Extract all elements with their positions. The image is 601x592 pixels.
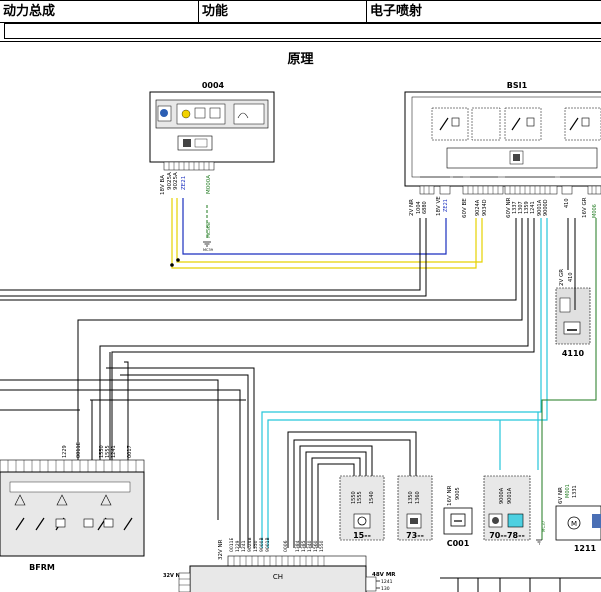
- svg-text:16V NR: 16V NR: [447, 485, 453, 506]
- svg-text:9000B: 9000B: [259, 537, 265, 552]
- svg-text:1350: 1350: [408, 491, 414, 504]
- svg-text:9025A: 9025A: [173, 172, 179, 190]
- svg-text:M000A: M000A: [206, 175, 212, 194]
- svg-text:M: M: [571, 520, 577, 528]
- label-1211: 1211: [574, 544, 597, 553]
- component-ch: 32V NR CH 32V NR 48V MR 1241 130 0011E 1…: [163, 537, 396, 592]
- svg-text:1241: 1241: [530, 201, 536, 214]
- svg-text:MC37: MC37: [541, 520, 546, 532]
- svg-text:ZE21: ZE21: [181, 176, 187, 190]
- component-bsi1: BSI1 2V NR 1004 6880 18V VE ZE21 60V BE …: [404, 81, 601, 218]
- svg-text:0011E: 0011E: [229, 538, 235, 552]
- svg-text:1331: 1331: [572, 485, 578, 498]
- svg-text:18V BA: 18V BA: [160, 175, 166, 195]
- label-15: 15--: [353, 531, 371, 540]
- label-73: 73--: [406, 531, 424, 540]
- svg-text:9001B: 9001B: [265, 537, 271, 552]
- component-70-78: 9000A 9001A 70--78--: [483, 475, 531, 541]
- svg-text:M001: M001: [565, 484, 571, 498]
- svg-text:1360: 1360: [415, 491, 421, 504]
- svg-text:M006: M006: [592, 204, 598, 218]
- svg-text:MC36B: MC36B: [206, 222, 212, 238]
- svg-text:9024A: 9024A: [475, 199, 481, 216]
- svg-text:9001A: 9001A: [507, 487, 513, 504]
- label-bfrm: BFRM: [29, 563, 55, 572]
- svg-text:1229: 1229: [62, 445, 68, 458]
- component-15: 1550 1555 1540 15--: [339, 475, 385, 541]
- label-ch: CH: [273, 573, 283, 581]
- svg-text:1241: 1241: [111, 445, 117, 458]
- component-73: 1350 1360 73--: [397, 475, 433, 541]
- label-0004: 0004: [202, 81, 225, 90]
- svg-text:1385: 1385: [301, 540, 307, 552]
- svg-text:6880: 6880: [422, 201, 428, 214]
- svg-text:ZE21: ZE21: [443, 199, 449, 212]
- svg-text:6V NR: 6V NR: [558, 487, 564, 504]
- svg-text:1229: 1229: [235, 540, 241, 552]
- svg-text:2V GR: 2V GR: [559, 269, 565, 286]
- svg-text:2V NR: 2V NR: [409, 199, 415, 216]
- component-0004: 0004 18V BA 9025A 9025A ZE21 M000A MC36B…: [149, 81, 275, 252]
- svg-text:9034D: 9034D: [482, 199, 488, 216]
- svg-text:1241: 1241: [241, 540, 247, 552]
- svg-text:0011E: 0011E: [76, 442, 82, 458]
- svg-text:1540: 1540: [369, 491, 375, 504]
- svg-text:1241: 1241: [381, 579, 393, 585]
- component-bfrm: BFRM 1229 0011E 1550 1555 1241 0017: [0, 442, 145, 572]
- svg-text:410: 410: [564, 198, 570, 208]
- svg-text:1550: 1550: [319, 540, 325, 552]
- svg-text:410: 410: [568, 272, 574, 282]
- label-bsi1: BSI1: [507, 81, 528, 90]
- label-70-78: 70--78--: [489, 531, 525, 540]
- svg-text:0017: 0017: [127, 445, 133, 458]
- svg-text:18V VE: 18V VE: [436, 196, 442, 216]
- svg-text:130: 130: [381, 586, 390, 592]
- svg-text:1555: 1555: [357, 491, 363, 504]
- svg-text:16V GR: 16V GR: [582, 197, 588, 218]
- svg-text:1340: 1340: [307, 540, 313, 552]
- component-1211: 6V NR M001 1331 M 1211 MC37: [536, 484, 601, 553]
- component-4110: 2V GR 410 4110: [555, 218, 591, 358]
- svg-text:9005: 9005: [455, 487, 461, 500]
- label-c001: C001: [447, 539, 470, 548]
- svg-text:60V BE: 60V BE: [462, 198, 468, 218]
- label-4110: 4110: [562, 349, 585, 358]
- svg-text:9024B: 9024B: [247, 537, 253, 552]
- svg-text:1550: 1550: [253, 540, 259, 552]
- svg-text:9000A: 9000A: [499, 487, 505, 504]
- svg-text:1384: 1384: [295, 540, 301, 552]
- svg-text:9000D: 9000D: [543, 199, 549, 216]
- wiring-diagram: 0004 18V BA 9025A 9025A ZE21 M000A MC36B…: [0, 81, 601, 592]
- svg-text:1560: 1560: [313, 540, 319, 552]
- svg-text:MC39: MC39: [203, 248, 213, 252]
- svg-text:0006: 0006: [283, 540, 289, 552]
- svg-text:32V NR: 32V NR: [218, 539, 224, 560]
- component-c001: 16V NR 9005 C001: [443, 485, 473, 548]
